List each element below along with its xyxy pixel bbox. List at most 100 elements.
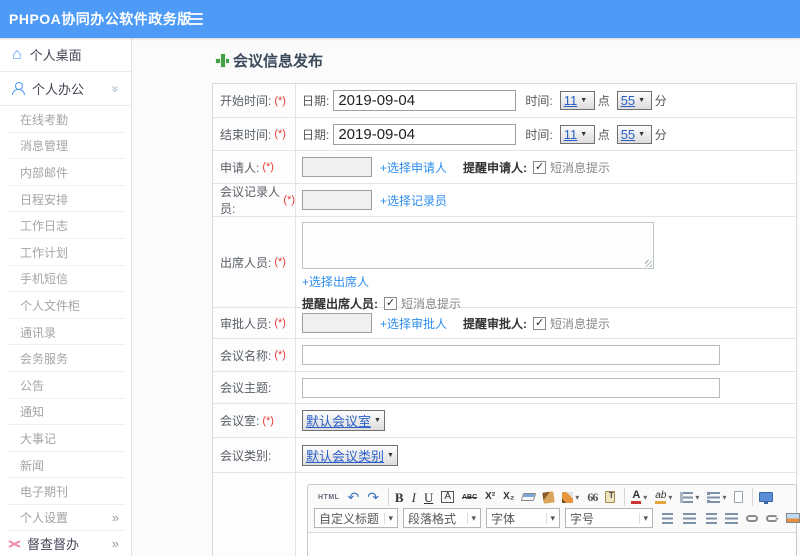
choose-applicant-link[interactable]: +选择申请人	[380, 159, 447, 176]
font-border-button[interactable]: A	[438, 488, 457, 506]
choose-recorder-link[interactable]: +选择记录员	[380, 192, 447, 209]
applicant-sms-checkbox[interactable]	[533, 160, 547, 174]
link-button[interactable]	[743, 509, 761, 527]
end-minute-select[interactable]: 55	[616, 124, 652, 144]
font-color-button[interactable]: A	[624, 488, 650, 506]
justify-button[interactable]	[722, 509, 741, 527]
editor-content-area[interactable]	[308, 532, 796, 556]
eraser-button[interactable]	[519, 488, 538, 506]
recorder-label: 会议记录人员:	[220, 185, 281, 216]
start-hour-select[interactable]: 11	[559, 91, 595, 110]
heading-select[interactable]: 自定义标题	[314, 508, 398, 528]
approver-label: 审批人员:	[220, 316, 272, 331]
font-size-select[interactable]: 字号	[565, 508, 653, 528]
sidebar-subitem[interactable]: 通讯录	[0, 319, 131, 346]
required-mark: (*)	[274, 256, 286, 268]
sidebar-subitem[interactable]: 在线考勤	[0, 106, 131, 133]
choose-approver-link[interactable]: +选择审批人	[380, 315, 447, 332]
sidebar-subitem[interactable]: 通知	[0, 399, 131, 426]
recorder-input[interactable]	[302, 190, 372, 210]
align-right-button[interactable]	[701, 509, 720, 527]
hour-unit-label: 点	[597, 94, 610, 108]
sidebar-subitem[interactable]: 消息管理	[0, 133, 131, 160]
choose-attendees-link[interactable]: +选择出席人	[302, 273, 369, 290]
paragraph-format-select[interactable]: 段落格式	[403, 508, 481, 528]
start-date-input[interactable]	[333, 90, 517, 111]
sidebar-item-settings[interactable]: 个人设置	[0, 505, 131, 531]
sidebar-subitem[interactable]: 会务服务	[0, 345, 131, 372]
font-family-select[interactable]: 字体	[486, 508, 560, 528]
bold-button[interactable]: B	[387, 488, 407, 506]
required-mark: (*)	[274, 349, 286, 361]
form-row-recorder: 会议记录人员: (*) +选择记录员	[213, 184, 796, 217]
end-time-label: 结束时间:	[220, 127, 272, 142]
align-center-button[interactable]	[680, 509, 699, 527]
minute-unit-label: 分	[654, 94, 667, 108]
end-hour-select[interactable]: 11	[559, 124, 595, 144]
unlink-button[interactable]	[763, 509, 781, 527]
chevron-double-down-icon	[109, 85, 123, 92]
sidebar-subitem[interactable]: 个人文件柜	[0, 292, 131, 319]
sidebar-item-label: 个人办公	[32, 82, 85, 97]
underline-button[interactable]: U	[421, 488, 436, 506]
editor-toolbar-row2: 自定义标题 段落格式 字体 字号	[308, 508, 800, 532]
meeting-name-input[interactable]	[302, 345, 720, 365]
remind-approver-label: 提醒审批人:	[463, 316, 528, 331]
end-date-input[interactable]	[333, 123, 517, 145]
ordered-list-button[interactable]	[677, 488, 702, 506]
sidebar-subitem-label: 通讯录	[20, 325, 57, 340]
sidebar-subitem[interactable]: 工作日志	[0, 212, 131, 239]
paste-button[interactable]	[602, 488, 618, 506]
sidebar-item-personal-office[interactable]: 个人办公	[0, 72, 131, 106]
sidebar-subitem[interactable]: 电子期刊	[0, 478, 131, 505]
date-label: 日期:	[302, 94, 330, 108]
sidebar-subitem[interactable]: 内部邮件	[0, 159, 131, 186]
attendees-textarea[interactable]	[302, 222, 654, 269]
form-row-meeting-category: 会议类别: 默认会议类别	[213, 438, 796, 473]
blockquote-button[interactable]: 66	[584, 488, 600, 506]
home-icon	[12, 47, 22, 63]
superscript-button[interactable]: X²	[482, 488, 498, 506]
time-label: 时间:	[525, 94, 553, 108]
sidebar-item-supervise[interactable]: 督查督办	[0, 531, 131, 556]
redo-button[interactable]: ↷	[364, 488, 382, 506]
sidebar-item-label: 督查督办	[27, 536, 80, 552]
applicant-input[interactable]	[302, 157, 372, 177]
form-row-content-editor: HTML ↶ ↷ B I U A ABC X² X₂ ▾ 66 T A ▾ ab…	[213, 473, 800, 556]
menu-icon[interactable]	[188, 13, 203, 25]
approver-sms-checkbox[interactable]	[533, 316, 547, 330]
page-title-text: 会议信息发布	[233, 53, 324, 70]
meeting-subject-input[interactable]	[302, 377, 720, 398]
italic-button[interactable]: I	[409, 488, 419, 506]
clear-format-button[interactable]	[540, 488, 557, 506]
sidebar-subitem[interactable]: 工作计划	[0, 239, 131, 266]
unordered-list-button[interactable]	[704, 488, 729, 506]
sidebar-subitem[interactable]: 公告	[0, 372, 131, 399]
fullscreen-button[interactable]	[752, 488, 776, 506]
editor-toolbar-row1: HTML ↶ ↷ B I U A ABC X² X₂ ▾ 66 T A ▾ ab…	[308, 485, 796, 508]
image-button[interactable]	[783, 509, 800, 527]
highlight-button[interactable]: ab	[652, 488, 675, 506]
sidebar-subitem[interactable]: 日程安排	[0, 186, 131, 213]
approver-input[interactable]	[302, 313, 372, 333]
sidebar-subitem[interactable]: 手机短信	[0, 266, 131, 293]
required-mark: (*)	[283, 194, 295, 206]
meeting-room-select[interactable]: 默认会议室	[302, 410, 385, 431]
sidebar-subitem[interactable]: 大事记	[0, 425, 131, 452]
start-minute-select[interactable]: 55	[616, 91, 652, 110]
sidebar-subitem[interactable]: 新闻	[0, 452, 131, 479]
new-page-button[interactable]	[731, 488, 746, 506]
attendees-sms-checkbox[interactable]	[384, 296, 397, 310]
attendees-label: 出席人员:	[220, 255, 272, 270]
format-painter-button[interactable]	[559, 488, 582, 506]
undo-button[interactable]: ↶	[344, 488, 362, 506]
remind-applicant-label: 提醒申请人:	[463, 160, 528, 175]
align-left-button[interactable]	[659, 509, 678, 527]
html-source-button[interactable]: HTML	[315, 488, 342, 506]
subscript-button[interactable]: X₂	[500, 488, 517, 506]
meeting-category-select[interactable]: 默认会议类别	[302, 444, 398, 466]
strikethrough-button[interactable]: ABC	[459, 488, 480, 506]
required-mark: (*)	[274, 128, 286, 140]
sidebar-item-desktop[interactable]: 个人桌面	[0, 38, 131, 72]
plus-icon	[216, 54, 229, 67]
